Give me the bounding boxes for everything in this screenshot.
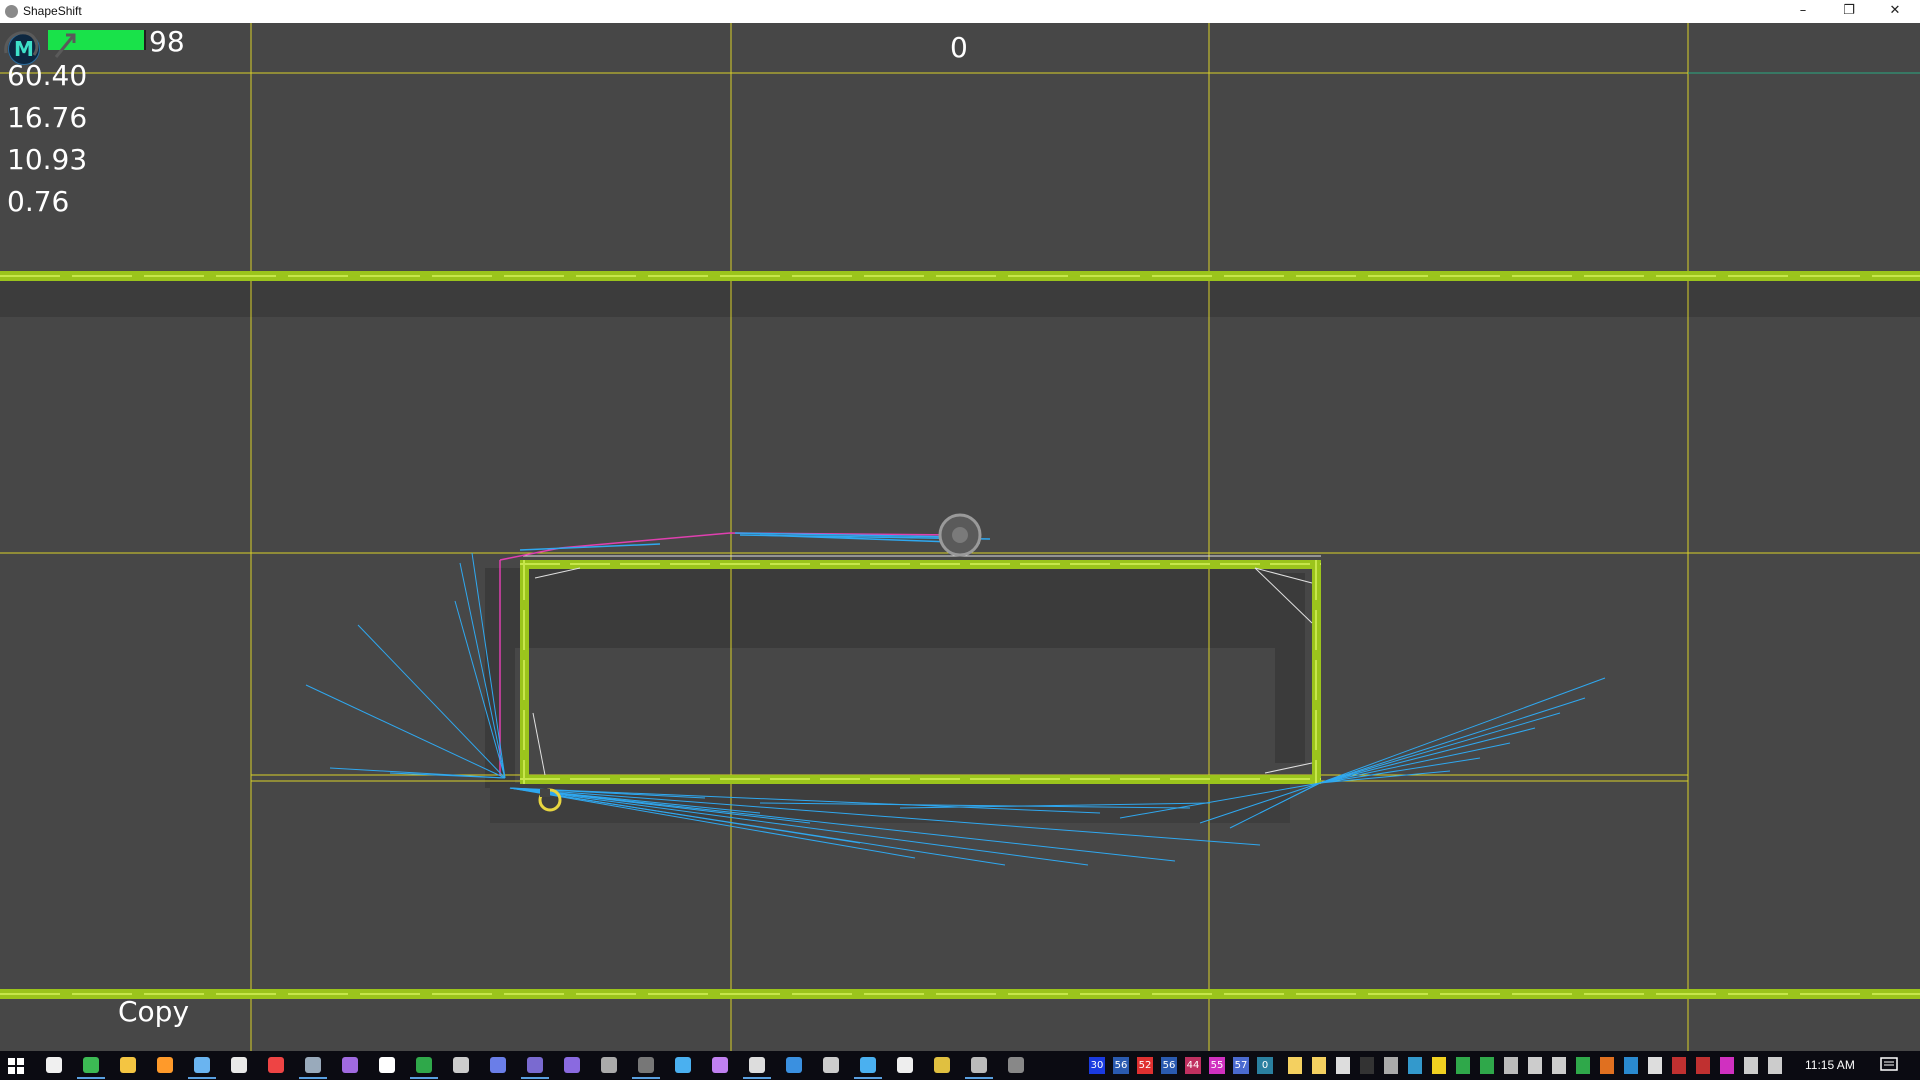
network-icon[interactable] <box>823 1057 839 1073</box>
tray-counter-4[interactable]: 44 <box>1185 1057 1201 1074</box>
score-counter: 0 <box>950 31 968 64</box>
game-viewport[interactable]: M 98 60.40 16.76 10.93 0.76 0 Copy <box>0 23 1920 1051</box>
rays-left-fan <box>305 552 506 779</box>
wifi-icon[interactable] <box>1768 1057 1782 1074</box>
chrome-icon[interactable] <box>743 1057 771 1079</box>
notepad-icon[interactable] <box>188 1057 216 1079</box>
h-app-icon[interactable] <box>410 1057 438 1079</box>
settings-icon[interactable] <box>1528 1057 1542 1074</box>
tray-counter-0[interactable]: 30 <box>1089 1057 1105 1074</box>
terminal-icon[interactable] <box>453 1057 469 1073</box>
copy-tool-icons[interactable] <box>0 23 90 63</box>
vscode-icon[interactable] <box>854 1057 882 1079</box>
tray-counter-5[interactable]: 55 <box>1209 1057 1225 1074</box>
title-bar: ShapeShift – ❐ ✕ <box>0 0 1920 23</box>
file-explorer-icon[interactable] <box>120 1057 136 1073</box>
game-icon[interactable] <box>268 1057 284 1073</box>
remote-icon[interactable] <box>965 1057 993 1079</box>
media-player-icon[interactable] <box>157 1057 173 1073</box>
restore-button[interactable]: ❐ <box>1826 0 1872 23</box>
vs-code-icon[interactable] <box>379 1057 395 1073</box>
task-manager-icon[interactable] <box>786 1057 802 1073</box>
photo-icon[interactable] <box>897 1057 913 1073</box>
copy-label[interactable]: Copy <box>118 995 189 1028</box>
bar-icon[interactable] <box>1624 1057 1638 1074</box>
eclipse-icon[interactable] <box>521 1057 549 1079</box>
star-icon[interactable] <box>1432 1057 1446 1074</box>
close-button[interactable]: ✕ <box>1872 0 1918 23</box>
h-app-icon[interactable] <box>1480 1057 1494 1074</box>
git-icon[interactable] <box>934 1057 950 1073</box>
discord-icon[interactable] <box>490 1057 506 1073</box>
network-icon[interactable] <box>1408 1057 1422 1074</box>
rotate-icon <box>4 31 39 56</box>
h-app-icon[interactable] <box>1456 1057 1470 1074</box>
player <box>938 513 982 557</box>
stat-4: 0.76 <box>7 185 70 218</box>
notification-icon[interactable] <box>1880 1057 1898 1073</box>
tray-counter-1[interactable]: 56 <box>1113 1057 1129 1074</box>
chart-icon[interactable] <box>1384 1057 1398 1074</box>
wall-shadow <box>0 281 1920 317</box>
windows-start-icon[interactable] <box>8 1058 24 1074</box>
network-icon[interactable] <box>1744 1057 1758 1074</box>
note-icon[interactable] <box>1288 1057 1302 1074</box>
stat-2: 16.76 <box>7 101 88 134</box>
health-value: 98 <box>149 25 185 58</box>
game-scene <box>0 23 1920 1051</box>
task-view-icon[interactable] <box>46 1057 62 1073</box>
steam-icon[interactable] <box>299 1057 327 1079</box>
platform-shadow <box>490 568 1280 648</box>
bar-icon[interactable] <box>1600 1057 1614 1074</box>
tray-counter-3[interactable]: 56 <box>1161 1057 1177 1074</box>
n-app-icon[interactable] <box>1720 1057 1734 1074</box>
eclipse-icon[interactable] <box>564 1057 580 1073</box>
tray-counter-6[interactable]: 57 <box>1233 1057 1249 1074</box>
taskbar: 30 56 52 56 44 55 57 0 11:15 AM <box>0 1051 1920 1080</box>
tray-counter-2[interactable]: 52 <box>1137 1057 1153 1074</box>
display-icon[interactable] <box>1360 1057 1374 1074</box>
app-icon[interactable] <box>712 1057 728 1073</box>
window-title: ShapeShift <box>23 4 82 18</box>
antivirus-icon[interactable] <box>1672 1057 1686 1074</box>
rays-right-fan <box>1119 677 1606 829</box>
document-icon[interactable] <box>231 1057 247 1073</box>
nvidia-icon[interactable] <box>1696 1057 1710 1074</box>
stat-3: 10.93 <box>7 143 88 176</box>
arrow-icon <box>54 33 76 58</box>
paint-icon[interactable] <box>675 1057 691 1073</box>
obs-icon[interactable] <box>632 1057 660 1079</box>
usb-icon[interactable] <box>1552 1057 1566 1074</box>
drive-icon[interactable] <box>1336 1057 1350 1074</box>
tray-counter-7[interactable]: 0 <box>1257 1057 1273 1074</box>
circle-icon[interactable] <box>1008 1057 1024 1073</box>
stat-1: 60.40 <box>7 59 88 92</box>
rays-top <box>519 532 991 551</box>
chrome-icon[interactable] <box>77 1057 105 1079</box>
note-icon[interactable] <box>1312 1057 1326 1074</box>
clock[interactable]: 11:15 AM <box>1805 1058 1855 1072</box>
minimize-button[interactable]: – <box>1780 0 1826 23</box>
vs-icon[interactable] <box>1576 1057 1590 1074</box>
shield-icon[interactable] <box>1504 1057 1518 1074</box>
visual-studio-icon[interactable] <box>342 1057 358 1073</box>
app-icon <box>5 5 18 18</box>
settings-icon[interactable] <box>601 1057 617 1073</box>
volume-icon[interactable] <box>1648 1057 1662 1074</box>
